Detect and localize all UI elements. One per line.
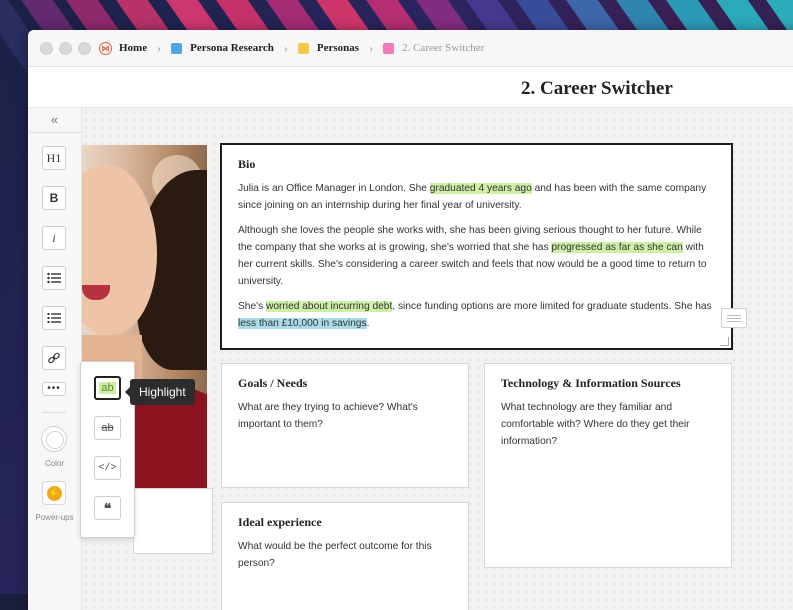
technology-card[interactable]: Technology & Information Sources What te… xyxy=(484,363,732,568)
left-toolbar: « H1 B i ••• Color ⚡ Power-ups xyxy=(28,108,82,610)
breadcrumb-persona-research[interactable]: Persona Research xyxy=(190,42,274,54)
breadcrumb-home[interactable]: Home xyxy=(119,42,147,54)
quote-button[interactable]: ❝ xyxy=(94,496,121,520)
window-controls xyxy=(40,41,91,55)
bio-paragraph-1[interactable]: Julia is an Office Manager in London. Sh… xyxy=(238,180,715,214)
breadcrumb-separator-icon: › xyxy=(283,40,288,55)
highlight-button[interactable]: ab xyxy=(94,376,121,400)
goals-title: Goals / Needs xyxy=(238,376,308,390)
code-button[interactable]: </> xyxy=(94,456,121,480)
breadcrumb-current: 2. Career Switcher xyxy=(402,42,485,54)
comment-icon[interactable] xyxy=(721,308,747,328)
bio-title: Bio xyxy=(238,157,256,171)
board-color-icon xyxy=(383,42,395,54)
milanote-logo-icon: ⋈ xyxy=(99,41,112,55)
highlight-tooltip: Highlight xyxy=(125,379,195,405)
close-window-button[interactable] xyxy=(40,41,53,55)
title-bar: ⋈ Home › Persona Research › Personas › 2… xyxy=(28,30,793,67)
link-icon xyxy=(48,352,60,364)
board-header: 2. Career Switcher xyxy=(28,67,793,108)
goals-card[interactable]: Goals / Needs What are they trying to ac… xyxy=(221,363,469,488)
breadcrumb: ⋈ Home › Persona Research › Personas › 2… xyxy=(99,41,484,56)
power-ups-button[interactable]: ⚡ xyxy=(42,481,66,505)
breadcrumb-separator-icon: › xyxy=(157,40,162,55)
ellipsis-icon: ••• xyxy=(47,383,61,394)
color-picker-button[interactable] xyxy=(41,426,67,452)
page-title[interactable]: 2. Career Switcher xyxy=(521,78,673,100)
italic-button[interactable]: i xyxy=(42,226,66,250)
technology-body[interactable]: What technology are they familiar and co… xyxy=(501,399,715,450)
bio-card[interactable]: Bio Julia is an Office Manager in London… xyxy=(220,143,747,350)
numbered-list-icon xyxy=(47,313,61,323)
strikethrough-button[interactable]: ab xyxy=(94,416,121,440)
board-color-icon xyxy=(171,42,183,54)
bio-paragraph-3[interactable]: She's worried about incurring debt, sinc… xyxy=(238,298,715,332)
bold-button[interactable]: B xyxy=(42,186,66,210)
ideal-experience-body[interactable]: What would be the perfect outcome for th… xyxy=(238,538,452,572)
breadcrumb-personas[interactable]: Personas xyxy=(317,42,359,54)
bullet-list-button[interactable] xyxy=(42,266,66,290)
goals-body[interactable]: What are they trying to achieve? What's … xyxy=(238,399,452,433)
app-window: ⋈ Home › Persona Research › Personas › 2… xyxy=(28,30,793,610)
bio-paragraph-2[interactable]: Although she loves the people she works … xyxy=(238,222,715,290)
board-color-icon xyxy=(297,42,309,54)
resize-handle-icon[interactable] xyxy=(720,337,729,346)
breadcrumb-separator-icon: › xyxy=(369,40,374,55)
double-chevron-left-icon[interactable]: « xyxy=(28,108,81,133)
more-options-button[interactable]: ••• xyxy=(42,382,66,396)
technology-title: Technology & Information Sources xyxy=(501,376,681,390)
color-label: Color xyxy=(44,459,65,468)
maximize-window-button[interactable] xyxy=(78,41,91,55)
power-ups-label: Power-ups xyxy=(35,513,74,522)
bullet-list-icon xyxy=(47,272,61,284)
heading-button[interactable]: H1 xyxy=(42,146,66,170)
card-partial[interactable] xyxy=(133,488,213,554)
link-button[interactable] xyxy=(42,346,66,370)
toolbar-divider xyxy=(42,412,66,413)
lightning-icon: ⚡ xyxy=(46,485,62,501)
numbered-list-button[interactable] xyxy=(42,306,66,330)
minimize-window-button[interactable] xyxy=(59,41,72,55)
ideal-experience-title: Ideal experience xyxy=(238,515,322,529)
